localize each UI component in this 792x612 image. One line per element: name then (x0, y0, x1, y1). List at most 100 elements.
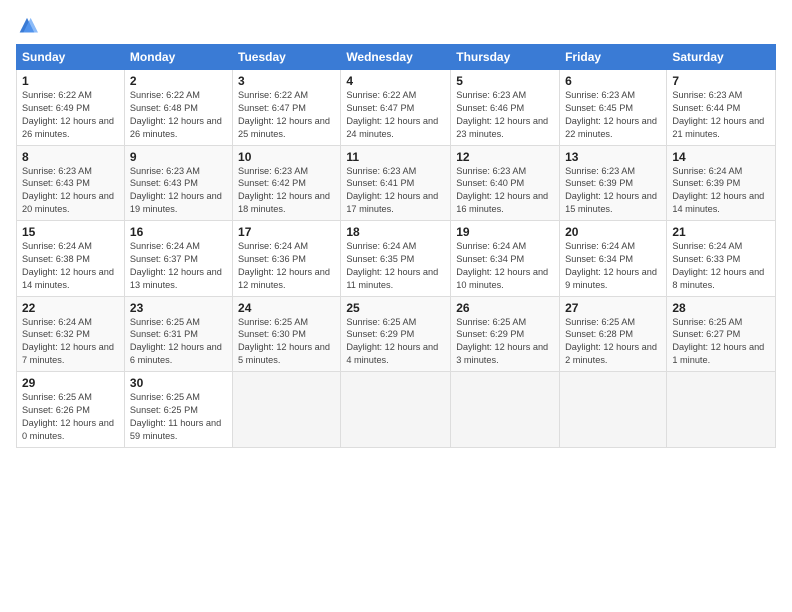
day-info: Sunrise: 6:23 AMSunset: 6:46 PMDaylight:… (456, 89, 554, 141)
calendar-day-cell (233, 372, 341, 448)
weekday-header-tuesday: Tuesday (233, 45, 341, 70)
day-number: 20 (565, 225, 661, 239)
day-info: Sunrise: 6:25 AMSunset: 6:30 PMDaylight:… (238, 316, 335, 368)
calendar-week-row: 8Sunrise: 6:23 AMSunset: 6:43 PMDaylight… (17, 145, 776, 221)
day-info: Sunrise: 6:24 AMSunset: 6:39 PMDaylight:… (672, 165, 770, 217)
calendar-day-cell: 8Sunrise: 6:23 AMSunset: 6:43 PMDaylight… (17, 145, 125, 221)
day-info: Sunrise: 6:22 AMSunset: 6:47 PMDaylight:… (346, 89, 445, 141)
calendar-day-cell: 14Sunrise: 6:24 AMSunset: 6:39 PMDayligh… (667, 145, 776, 221)
logo-icon (16, 16, 38, 38)
day-number: 3 (238, 74, 335, 88)
day-number: 5 (456, 74, 554, 88)
day-info: Sunrise: 6:24 AMSunset: 6:38 PMDaylight:… (22, 240, 119, 292)
calendar-day-cell: 24Sunrise: 6:25 AMSunset: 6:30 PMDayligh… (233, 296, 341, 372)
calendar-day-cell: 3Sunrise: 6:22 AMSunset: 6:47 PMDaylight… (233, 70, 341, 146)
day-info: Sunrise: 6:22 AMSunset: 6:48 PMDaylight:… (130, 89, 227, 141)
calendar-day-cell: 9Sunrise: 6:23 AMSunset: 6:43 PMDaylight… (124, 145, 232, 221)
day-number: 21 (672, 225, 770, 239)
calendar-day-cell: 25Sunrise: 6:25 AMSunset: 6:29 PMDayligh… (341, 296, 451, 372)
day-info: Sunrise: 6:24 AMSunset: 6:34 PMDaylight:… (565, 240, 661, 292)
calendar-day-cell (451, 372, 560, 448)
day-number: 13 (565, 150, 661, 164)
calendar-day-cell: 20Sunrise: 6:24 AMSunset: 6:34 PMDayligh… (560, 221, 667, 297)
calendar-day-cell: 10Sunrise: 6:23 AMSunset: 6:42 PMDayligh… (233, 145, 341, 221)
calendar-day-cell: 6Sunrise: 6:23 AMSunset: 6:45 PMDaylight… (560, 70, 667, 146)
day-number: 2 (130, 74, 227, 88)
day-number: 18 (346, 225, 445, 239)
day-number: 6 (565, 74, 661, 88)
calendar-day-cell: 4Sunrise: 6:22 AMSunset: 6:47 PMDaylight… (341, 70, 451, 146)
day-number: 10 (238, 150, 335, 164)
day-info: Sunrise: 6:22 AMSunset: 6:47 PMDaylight:… (238, 89, 335, 141)
calendar-week-row: 29Sunrise: 6:25 AMSunset: 6:26 PMDayligh… (17, 372, 776, 448)
page: SundayMondayTuesdayWednesdayThursdayFrid… (0, 0, 792, 612)
calendar-day-cell: 2Sunrise: 6:22 AMSunset: 6:48 PMDaylight… (124, 70, 232, 146)
day-info: Sunrise: 6:25 AMSunset: 6:25 PMDaylight:… (130, 391, 227, 443)
day-number: 4 (346, 74, 445, 88)
day-number: 9 (130, 150, 227, 164)
day-info: Sunrise: 6:24 AMSunset: 6:35 PMDaylight:… (346, 240, 445, 292)
day-info: Sunrise: 6:25 AMSunset: 6:27 PMDaylight:… (672, 316, 770, 368)
day-info: Sunrise: 6:25 AMSunset: 6:29 PMDaylight:… (456, 316, 554, 368)
calendar-day-cell: 19Sunrise: 6:24 AMSunset: 6:34 PMDayligh… (451, 221, 560, 297)
weekday-header-row: SundayMondayTuesdayWednesdayThursdayFrid… (17, 45, 776, 70)
day-info: Sunrise: 6:23 AMSunset: 6:44 PMDaylight:… (672, 89, 770, 141)
calendar-day-cell: 26Sunrise: 6:25 AMSunset: 6:29 PMDayligh… (451, 296, 560, 372)
weekday-header-thursday: Thursday (451, 45, 560, 70)
calendar-day-cell: 30Sunrise: 6:25 AMSunset: 6:25 PMDayligh… (124, 372, 232, 448)
day-number: 28 (672, 301, 770, 315)
day-number: 7 (672, 74, 770, 88)
calendar-table: SundayMondayTuesdayWednesdayThursdayFrid… (16, 44, 776, 448)
calendar-day-cell: 28Sunrise: 6:25 AMSunset: 6:27 PMDayligh… (667, 296, 776, 372)
calendar-day-cell: 27Sunrise: 6:25 AMSunset: 6:28 PMDayligh… (560, 296, 667, 372)
day-number: 24 (238, 301, 335, 315)
calendar-day-cell: 12Sunrise: 6:23 AMSunset: 6:40 PMDayligh… (451, 145, 560, 221)
day-info: Sunrise: 6:23 AMSunset: 6:41 PMDaylight:… (346, 165, 445, 217)
calendar-day-cell: 7Sunrise: 6:23 AMSunset: 6:44 PMDaylight… (667, 70, 776, 146)
weekday-header-sunday: Sunday (17, 45, 125, 70)
day-number: 11 (346, 150, 445, 164)
day-info: Sunrise: 6:22 AMSunset: 6:49 PMDaylight:… (22, 89, 119, 141)
logo (16, 16, 42, 38)
day-number: 15 (22, 225, 119, 239)
calendar-day-cell: 17Sunrise: 6:24 AMSunset: 6:36 PMDayligh… (233, 221, 341, 297)
calendar-day-cell (667, 372, 776, 448)
day-info: Sunrise: 6:24 AMSunset: 6:32 PMDaylight:… (22, 316, 119, 368)
day-info: Sunrise: 6:25 AMSunset: 6:28 PMDaylight:… (565, 316, 661, 368)
weekday-header-saturday: Saturday (667, 45, 776, 70)
calendar-day-cell (341, 372, 451, 448)
calendar-day-cell: 15Sunrise: 6:24 AMSunset: 6:38 PMDayligh… (17, 221, 125, 297)
calendar-day-cell: 18Sunrise: 6:24 AMSunset: 6:35 PMDayligh… (341, 221, 451, 297)
calendar-day-cell: 22Sunrise: 6:24 AMSunset: 6:32 PMDayligh… (17, 296, 125, 372)
calendar-day-cell: 13Sunrise: 6:23 AMSunset: 6:39 PMDayligh… (560, 145, 667, 221)
calendar-day-cell: 11Sunrise: 6:23 AMSunset: 6:41 PMDayligh… (341, 145, 451, 221)
day-info: Sunrise: 6:24 AMSunset: 6:33 PMDaylight:… (672, 240, 770, 292)
day-info: Sunrise: 6:23 AMSunset: 6:43 PMDaylight:… (22, 165, 119, 217)
day-info: Sunrise: 6:24 AMSunset: 6:34 PMDaylight:… (456, 240, 554, 292)
calendar-day-cell: 16Sunrise: 6:24 AMSunset: 6:37 PMDayligh… (124, 221, 232, 297)
calendar-week-row: 1Sunrise: 6:22 AMSunset: 6:49 PMDaylight… (17, 70, 776, 146)
header (16, 12, 776, 38)
day-number: 27 (565, 301, 661, 315)
day-info: Sunrise: 6:23 AMSunset: 6:40 PMDaylight:… (456, 165, 554, 217)
day-info: Sunrise: 6:25 AMSunset: 6:29 PMDaylight:… (346, 316, 445, 368)
day-number: 19 (456, 225, 554, 239)
weekday-header-friday: Friday (560, 45, 667, 70)
calendar-day-cell (560, 372, 667, 448)
day-info: Sunrise: 6:23 AMSunset: 6:42 PMDaylight:… (238, 165, 335, 217)
calendar-day-cell: 5Sunrise: 6:23 AMSunset: 6:46 PMDaylight… (451, 70, 560, 146)
calendar-day-cell: 21Sunrise: 6:24 AMSunset: 6:33 PMDayligh… (667, 221, 776, 297)
weekday-header-monday: Monday (124, 45, 232, 70)
day-number: 16 (130, 225, 227, 239)
calendar-day-cell: 23Sunrise: 6:25 AMSunset: 6:31 PMDayligh… (124, 296, 232, 372)
day-number: 8 (22, 150, 119, 164)
day-number: 23 (130, 301, 227, 315)
day-info: Sunrise: 6:23 AMSunset: 6:43 PMDaylight:… (130, 165, 227, 217)
day-number: 22 (22, 301, 119, 315)
day-number: 26 (456, 301, 554, 315)
day-number: 12 (456, 150, 554, 164)
calendar-week-row: 15Sunrise: 6:24 AMSunset: 6:38 PMDayligh… (17, 221, 776, 297)
day-info: Sunrise: 6:25 AMSunset: 6:26 PMDaylight:… (22, 391, 119, 443)
day-number: 30 (130, 376, 227, 390)
day-info: Sunrise: 6:24 AMSunset: 6:37 PMDaylight:… (130, 240, 227, 292)
